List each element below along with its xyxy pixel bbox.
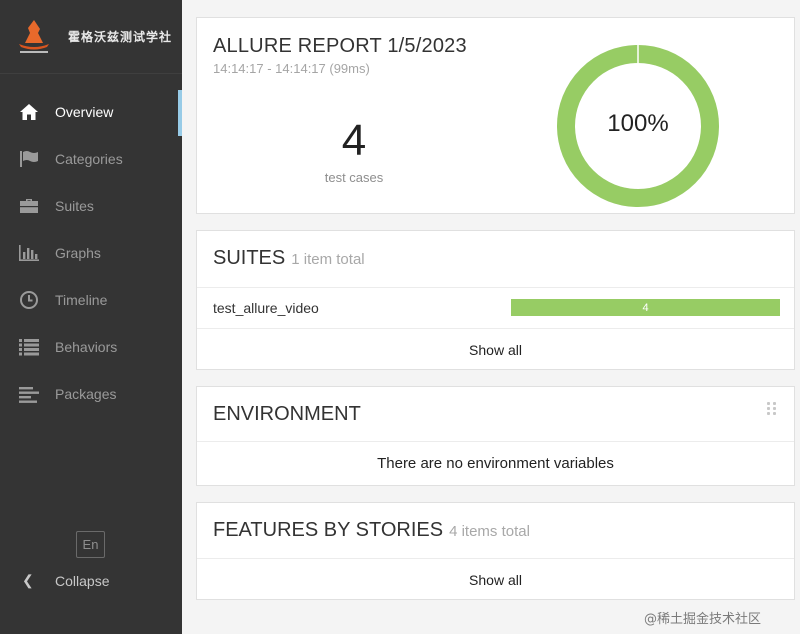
suites-title: SUITES (213, 247, 286, 269)
nav-menu: Overview Categories Suites Graphs Timeli… (0, 88, 182, 417)
features-count: 4 items total (449, 523, 530, 540)
nav-item-suites[interactable]: Suites (0, 182, 182, 229)
environment-widget: ENVIRONMENT There are no environment var… (196, 386, 795, 486)
nav-item-timeline[interactable]: Timeline (0, 276, 182, 323)
bar-chart-icon (18, 243, 40, 263)
chevron-left-icon: ❮ (22, 572, 34, 588)
nav-item-label: Graphs (55, 244, 101, 261)
list-icon (18, 337, 40, 357)
divider (197, 441, 794, 442)
environment-header: ENVIRONMENT (213, 403, 361, 426)
brand[interactable]: 霍格沃兹测试学社 (0, 0, 182, 74)
suite-passed-count: 4 (642, 301, 649, 314)
nav-item-label: Categories (55, 150, 123, 167)
suite-name[interactable]: test_allure_video (213, 300, 319, 316)
drag-handle-icon[interactable] (767, 402, 777, 416)
nav-item-label: Timeline (55, 291, 108, 308)
suite-passed-bar[interactable]: 4 (511, 299, 780, 316)
flag-icon (18, 149, 40, 169)
environment-empty-message: There are no environment variables (377, 455, 614, 472)
language-button[interactable]: En (76, 531, 105, 558)
watermark: @稀土掘金技术社区 (644, 612, 762, 627)
test-case-count: 4 (341, 116, 367, 165)
features-show-all-button[interactable]: Show all (197, 572, 794, 588)
wizard-hat-icon (14, 17, 54, 57)
home-icon (18, 102, 40, 122)
divider (197, 328, 794, 329)
nav-item-label: Packages (55, 385, 117, 402)
nav-item-overview[interactable]: Overview (0, 88, 182, 136)
suites-header: SUITES 1 item total (213, 247, 365, 270)
suites-show-all-button[interactable]: Show all (197, 342, 794, 358)
pass-rate-label: 100% (607, 110, 669, 137)
nav-item-label: Behaviors (55, 338, 118, 355)
environment-title: ENVIRONMENT (213, 403, 361, 425)
nav-item-graphs[interactable]: Graphs (0, 229, 182, 276)
report-time-range: 14:14:17 - 14:14:17 (99ms) (213, 61, 370, 76)
brand-name: 霍格沃兹测试学社 (68, 30, 173, 44)
align-left-icon (18, 384, 40, 404)
report-title: ALLURE REPORT 1/5/2023 (213, 35, 467, 57)
nav-item-label: Suites (55, 197, 94, 214)
clock-icon (18, 290, 40, 310)
features-widget: FEATURES BY STORIES 4 items total Show a… (196, 502, 795, 600)
nav-item-packages[interactable]: Packages (0, 370, 182, 417)
divider (197, 287, 794, 288)
nav-item-categories[interactable]: Categories (0, 135, 182, 182)
nav-item-behaviors[interactable]: Behaviors (0, 323, 182, 370)
features-title: FEATURES BY STORIES (213, 519, 444, 541)
nav-item-label: Overview (55, 103, 114, 120)
collapse-label: Collapse (55, 572, 110, 589)
suites-widget: SUITES 1 item total test_allure_video 4 … (196, 230, 795, 370)
features-header: FEATURES BY STORIES 4 items total (213, 519, 530, 542)
sidebar: 霍格沃兹测试学社 Overview Categories Suites Grap… (0, 0, 182, 634)
briefcase-icon (18, 196, 40, 216)
summary-widget: ALLURE REPORT 1/5/2023 14:14:17 - 14:14:… (196, 17, 795, 214)
collapse-button[interactable]: ❮ Collapse (22, 572, 109, 589)
divider (197, 558, 794, 559)
suites-count: 1 item total (291, 251, 365, 268)
test-case-label: test cases (324, 170, 384, 185)
